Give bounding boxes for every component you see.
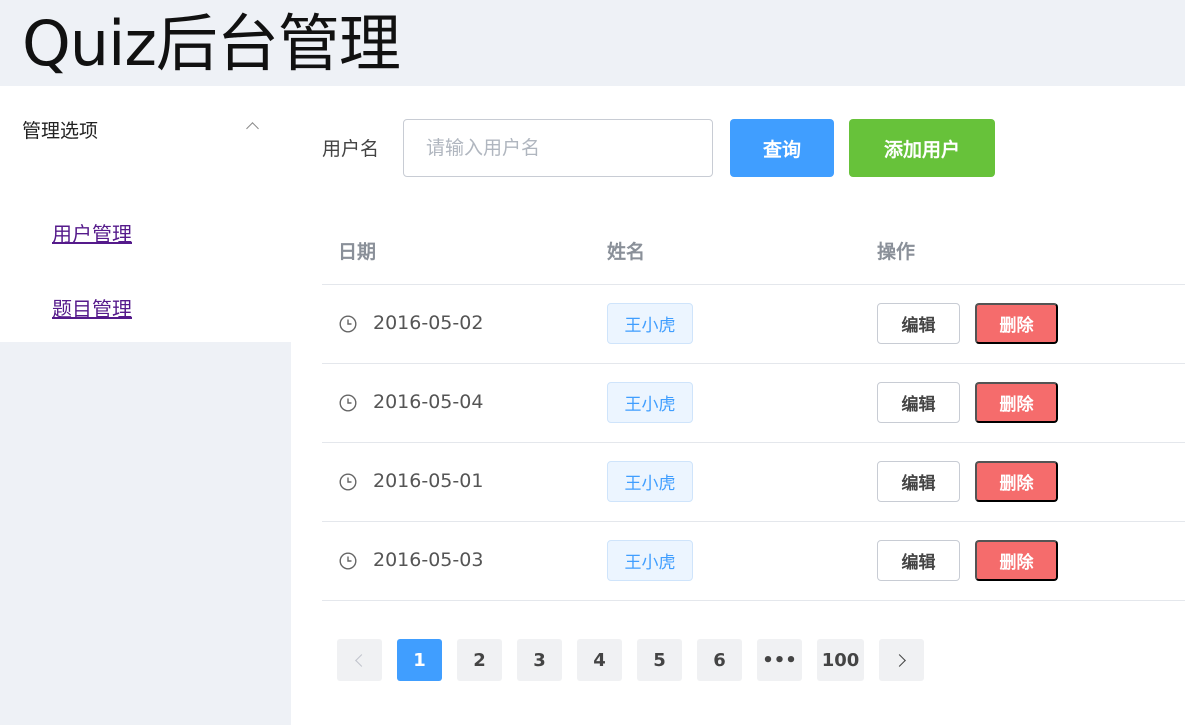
- sidebar-item-question-management[interactable]: 题目管理: [52, 293, 132, 322]
- page-button[interactable]: 2: [457, 639, 502, 681]
- username-label: 用户名: [322, 138, 380, 160]
- page-button[interactable]: 100: [817, 639, 864, 681]
- delete-button[interactable]: 删除: [975, 382, 1058, 423]
- row-date: 2016-05-04: [373, 391, 484, 413]
- row-date: 2016-05-02: [373, 312, 484, 334]
- page-button[interactable]: 5: [637, 639, 682, 681]
- column-header-name: 姓名: [607, 241, 646, 263]
- more-pages-button[interactable]: •••: [757, 639, 802, 681]
- sidebar-menu: 管理选项 用户管理 题目管理: [0, 86, 291, 342]
- page-button[interactable]: 4: [577, 639, 622, 681]
- chevron-right-icon: [893, 653, 906, 667]
- username-search-input[interactable]: [403, 119, 713, 177]
- table-row: 2016-05-04 王小虎 编辑 删除: [322, 364, 1185, 443]
- edit-button[interactable]: 编辑: [877, 303, 960, 344]
- sidebar: 管理选项 用户管理 题目管理: [0, 86, 291, 725]
- chevron-left-icon: [355, 653, 368, 667]
- clock-icon: [339, 394, 357, 412]
- edit-button[interactable]: 编辑: [877, 461, 960, 502]
- clock-icon: [339, 315, 357, 333]
- delete-button[interactable]: 删除: [975, 303, 1058, 344]
- column-header-actions: 操作: [877, 241, 916, 263]
- chevron-up-icon[interactable]: [246, 122, 259, 135]
- table-body: 2016-05-02 王小虎 编辑 删除 2016-05-04 王小虎 编辑 删除 2016-0…: [322, 285, 1185, 601]
- table-row: 2016-05-03 王小虎 编辑 删除: [322, 522, 1185, 601]
- name-tag: 王小虎: [607, 303, 693, 344]
- prev-page-button[interactable]: [337, 639, 382, 681]
- table-header: 日期 姓名 操作: [322, 206, 1185, 285]
- sidebar-item-user-management[interactable]: 用户管理: [52, 218, 132, 247]
- edit-button[interactable]: 编辑: [877, 382, 960, 423]
- delete-button[interactable]: 删除: [975, 540, 1058, 581]
- page-button[interactable]: 6: [697, 639, 742, 681]
- delete-button[interactable]: 删除: [975, 461, 1058, 502]
- page-button[interactable]: 3: [517, 639, 562, 681]
- pagination: 1 2 3 4 5 6 ••• 100: [337, 639, 1137, 681]
- row-date: 2016-05-03: [373, 549, 484, 571]
- row-date: 2016-05-01: [373, 470, 484, 492]
- app-title: Quiz后台管理: [22, 7, 401, 80]
- next-page-button[interactable]: [879, 639, 924, 681]
- edit-button[interactable]: 编辑: [877, 540, 960, 581]
- name-tag: 王小虎: [607, 461, 693, 502]
- user-table: 日期 姓名 操作 2016-05-02 王小虎 编辑 删除 2016-05-04 王小虎编…: [322, 206, 1185, 601]
- name-tag: 王小虎: [607, 382, 693, 423]
- clock-icon: [339, 473, 357, 491]
- table-row: 2016-05-02 王小虎 编辑 删除: [322, 285, 1185, 364]
- add-user-button[interactable]: 添加用户: [849, 119, 995, 177]
- app-header: Quiz后台管理: [0, 0, 1185, 86]
- page-button[interactable]: 1: [397, 639, 442, 681]
- name-tag: 王小虎: [607, 540, 693, 581]
- clock-icon: [339, 552, 357, 570]
- main-content: 用户名 查询 添加用户 日期 姓名 操作 2016-05-02王小虎编辑删除20…: [291, 86, 1185, 725]
- query-button[interactable]: 查询: [730, 119, 834, 177]
- submenu-title[interactable]: 管理选项: [22, 116, 98, 143]
- table-row: 2016-05-01 王小虎 编辑 删除: [322, 443, 1185, 522]
- column-header-date: 日期: [338, 241, 377, 263]
